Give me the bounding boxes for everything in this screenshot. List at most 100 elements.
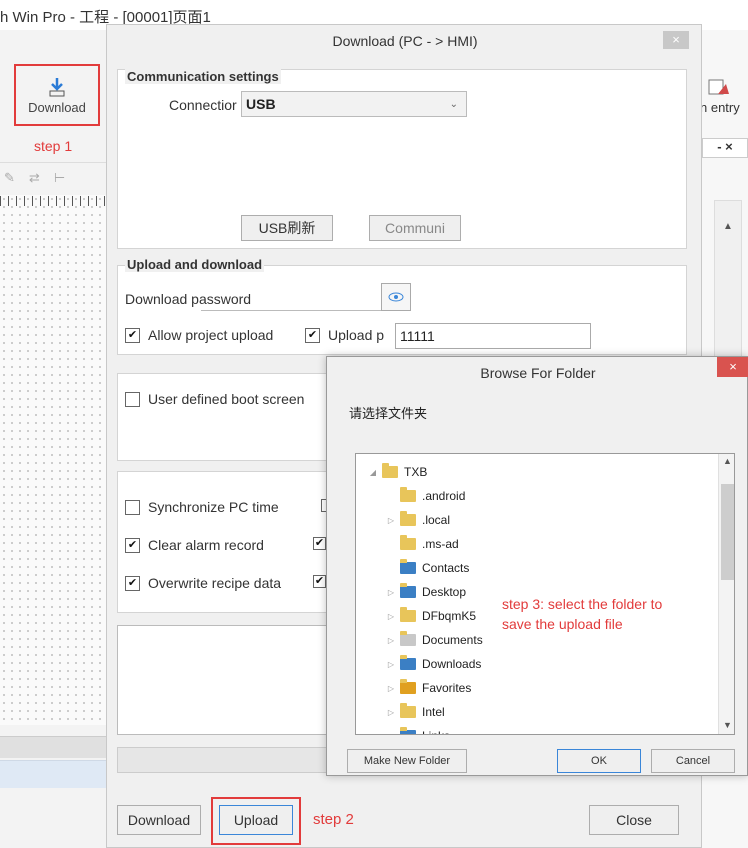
scroll-thumb[interactable] (721, 484, 734, 580)
folder-icon (400, 631, 416, 646)
make-new-folder-button[interactable]: Make New Folder (347, 749, 467, 773)
browse-title: Browse For Folder (480, 365, 596, 381)
scroll-up-icon[interactable]: ▲ (723, 456, 732, 466)
toolbar-download-button[interactable]: Download (14, 64, 100, 126)
folder-tree-item-label: .local (422, 513, 451, 527)
ok-button[interactable]: OK (557, 749, 641, 773)
folder-tree-item[interactable]: ▷ Downloads (386, 654, 481, 674)
folder-tree-item[interactable]: ▷ Desktop (386, 582, 466, 602)
table-entry-icon (708, 79, 729, 95)
folder-icon (400, 655, 416, 670)
allow-project-upload-label: Allow project upload (148, 327, 274, 343)
boot-screen-row[interactable]: User defined boot screen (125, 391, 304, 407)
close-icon: × (729, 359, 737, 374)
folder-tree-item-label: Downloads (422, 657, 482, 671)
sync-pc-time-checkbox[interactable] (125, 499, 140, 515)
allow-project-upload-row[interactable]: ✔ Allow project upload (125, 327, 273, 343)
folder-tree-item[interactable]: Links (386, 726, 450, 734)
upload-download-label: Upload and download (125, 257, 265, 272)
sync-pc-time-row[interactable]: Synchronize PC time (125, 499, 279, 515)
folder-tree-item-label: Links (422, 729, 450, 734)
left-ruler (0, 196, 108, 206)
folder-icon (400, 583, 416, 598)
close-icon: × (672, 32, 680, 47)
folder-tree-item[interactable]: ▷ Favorites (386, 678, 471, 698)
folder-tree-item-label: .android (422, 489, 466, 503)
overwrite-recipe-row[interactable]: ✔ Overwrite recipe data (125, 575, 281, 591)
download-button[interactable]: Download (117, 805, 201, 835)
overwrite-recipe-checkbox[interactable]: ✔ (125, 575, 140, 591)
left-status-strip (0, 736, 108, 758)
right-tab-close[interactable]: - × (702, 138, 748, 158)
boot-screen-label: User defined boot screen (148, 391, 305, 407)
left-status-strip-2 (0, 760, 108, 788)
password-visibility-button[interactable] (381, 283, 411, 311)
browse-close-button[interactable]: × (717, 357, 748, 377)
left-toolbar-icons: ✎ ⇄ ⊢ (0, 162, 108, 192)
allow-project-upload-checkbox[interactable]: ✔ (125, 327, 140, 343)
folder-tree-item-label: TXB (404, 465, 428, 479)
overwrite-recipe-checkbox-2[interactable]: ✔ (313, 575, 326, 588)
expander-arrow-icon[interactable]: ▷ (386, 516, 396, 525)
folder-tree-item[interactable]: ▷ .local (386, 510, 450, 530)
folder-tree-item-label: Desktop (422, 585, 467, 599)
folder-icon (400, 727, 416, 734)
folder-tree-item-label: Favorites (422, 681, 472, 695)
folder-tree-item[interactable]: ◢ TXB (368, 462, 427, 482)
folder-tree-item[interactable]: ▷ Intel (386, 702, 445, 722)
expander-arrow-icon[interactable]: ▷ (386, 588, 396, 597)
upload-p-row[interactable]: ✔ Upload p (305, 327, 384, 343)
connection-select[interactable]: USB ⌄ (241, 91, 467, 117)
communi-button[interactable]: Communi (369, 215, 461, 241)
step3-annotation-line1: step 3: select the folder to (502, 596, 663, 612)
step1-annotation: step 1 (34, 138, 73, 154)
overwrite-recipe-label: Overwrite recipe data (148, 575, 282, 591)
download-password-field[interactable] (201, 283, 381, 311)
expander-arrow-icon[interactable]: ▷ (386, 708, 396, 717)
clear-alarm-checkbox-2[interactable]: ✔ (313, 537, 326, 550)
folder-tree-item[interactable]: .ms-ad (386, 534, 459, 554)
eye-icon (388, 292, 404, 302)
browse-folder-dialog: Browse For Folder × 请选择文件夹 ◢ TXB .android ▷… (326, 356, 748, 776)
left-canvas (0, 195, 108, 725)
connection-label: Connectior (169, 97, 237, 113)
expander-arrow-icon[interactable]: ◢ (368, 468, 378, 477)
cancel-button[interactable]: Cancel (651, 749, 735, 773)
upload-p-checkbox[interactable]: ✔ (305, 327, 320, 343)
folder-tree-item[interactable]: ▷ Documents (386, 630, 483, 650)
folder-tree-item[interactable]: .android (386, 486, 465, 506)
step3-annotation-line2: save the upload file (502, 616, 623, 632)
usb-refresh-button[interactable]: USB刷新 (241, 215, 333, 241)
boot-screen-checkbox[interactable] (125, 391, 140, 407)
expander-arrow-icon[interactable]: ▷ (386, 684, 396, 693)
scroll-down-icon[interactable]: ▼ (723, 720, 732, 730)
tool-icon[interactable]: ✎ (4, 170, 15, 186)
folder-tree-item[interactable]: Contacts (386, 558, 469, 578)
tool-icon[interactable]: ⊢ (54, 170, 65, 186)
expander-arrow-icon[interactable]: ▷ (386, 636, 396, 645)
folder-tree-item[interactable]: ▷ DFbqmK5 (386, 606, 476, 626)
folder-tree-item-label: Contacts (422, 561, 470, 575)
folder-icon (400, 679, 416, 694)
right-toolbar-label: n entry (700, 100, 740, 115)
folder-tree-item-label: DFbqmK5 (422, 609, 477, 623)
clear-alarm-checkbox[interactable]: ✔ (125, 537, 140, 553)
upload-button[interactable]: Upload (219, 805, 293, 835)
clear-alarm-row[interactable]: ✔ Clear alarm record (125, 537, 264, 553)
expander-arrow-icon[interactable]: ▷ (386, 660, 396, 669)
user-folder-icon (382, 463, 398, 478)
scroll-up-icon[interactable]: ▲ (723, 221, 733, 232)
tree-scrollbar[interactable]: ▲ ▼ (718, 454, 734, 734)
folder-tree-item-label: .ms-ad (422, 537, 459, 551)
folder-icon (400, 703, 416, 718)
folder-icon (400, 487, 416, 502)
dialog-close-button[interactable]: × (663, 31, 689, 49)
tool-icon[interactable]: ⇄ (29, 170, 40, 186)
expander-arrow-icon[interactable]: ▷ (386, 612, 396, 621)
close-button[interactable]: Close (589, 805, 679, 835)
step2-annotation: step 2 (313, 811, 354, 828)
folder-icon (400, 559, 416, 574)
chevron-down-icon: ⌄ (449, 98, 458, 110)
upload-p-field[interactable]: 11111 (395, 323, 591, 349)
right-toolbar-icon[interactable] (708, 78, 730, 96)
